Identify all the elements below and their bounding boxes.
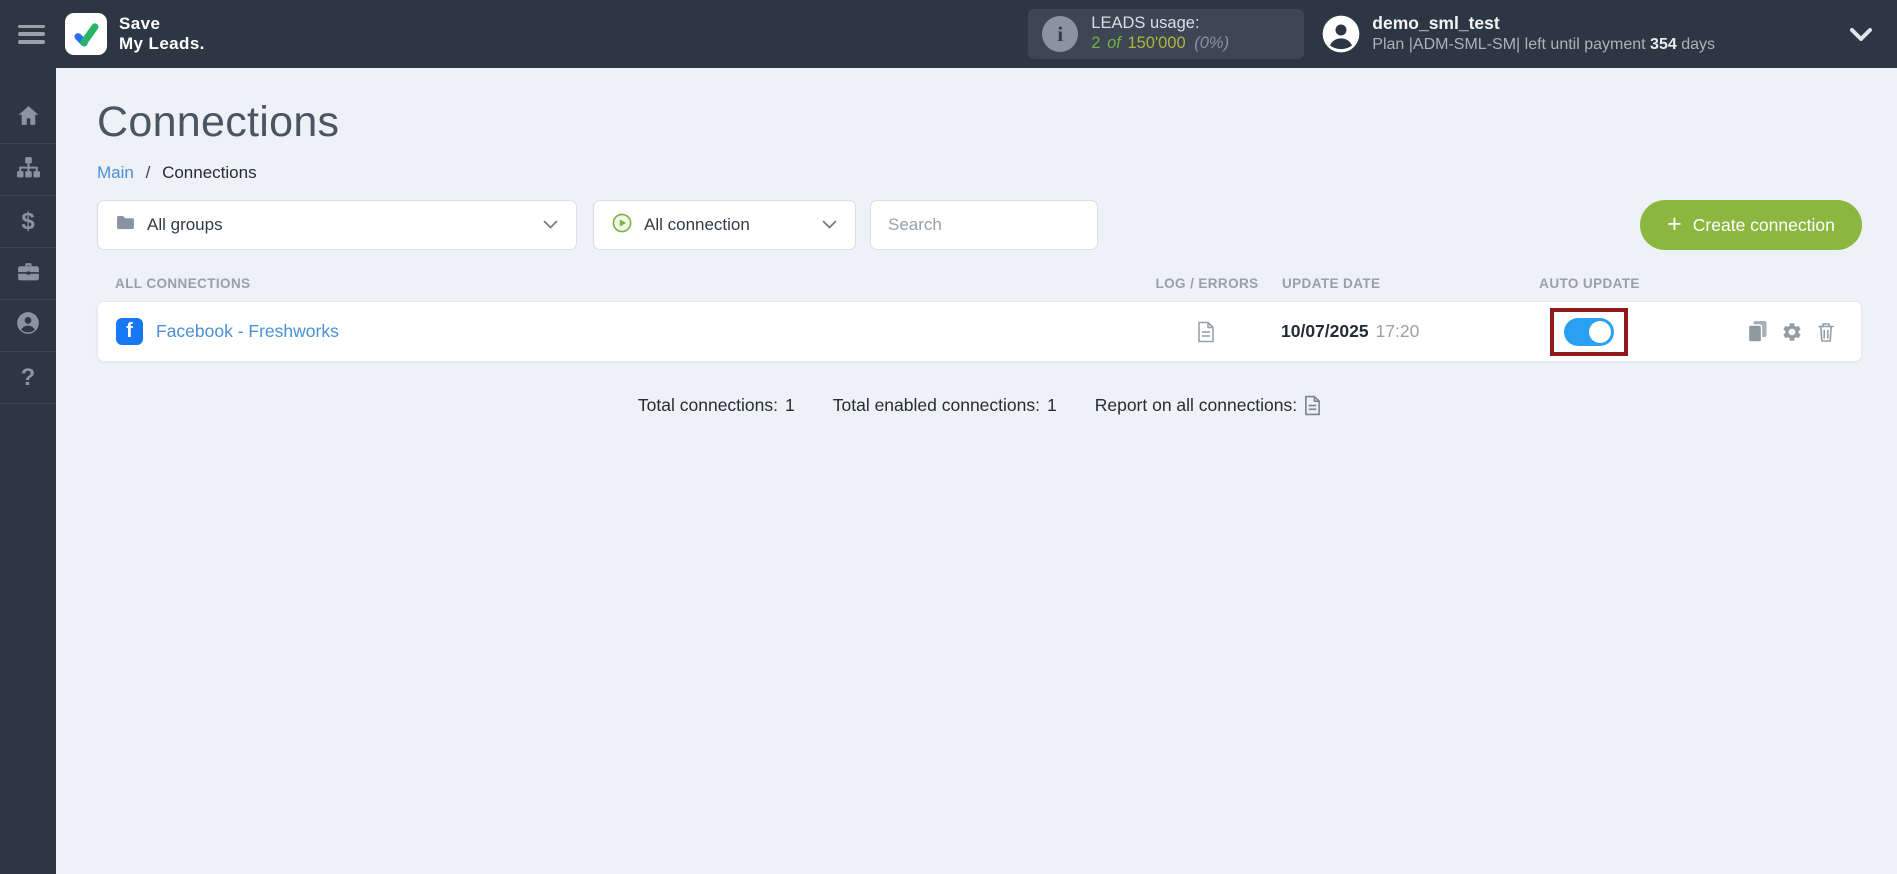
leads-usage-panel[interactable]: i LEADS usage: 2 of 150'000 (0%) <box>1028 9 1305 59</box>
logo-line2: My Leads. <box>119 34 205 53</box>
chevron-down-icon <box>543 220 558 230</box>
chevron-down-icon[interactable] <box>1850 27 1872 41</box>
log-file-icon[interactable] <box>1197 321 1215 343</box>
total-connections-label: Total connections: <box>637 395 779 415</box>
breadcrumb-separator: / <box>145 163 151 182</box>
trash-icon[interactable] <box>1816 321 1836 343</box>
leads-percent: (0%) <box>1194 34 1230 52</box>
chevron-down-icon <box>822 220 837 230</box>
leads-quota: 150'000 <box>1127 34 1186 52</box>
leads-of-word: of <box>1107 34 1121 52</box>
folder-icon <box>116 215 135 235</box>
sidebar-item-services[interactable] <box>0 248 56 300</box>
total-enabled-value: 1 <box>1046 395 1057 415</box>
logo-line1: Save <box>119 14 161 34</box>
user-days-left: 354 <box>1650 35 1677 53</box>
column-header-auto-update: AUTO UPDATE <box>1539 276 1640 291</box>
report-all-connections: Report on all connections: <box>1095 395 1321 416</box>
user-name: demo_sml_test <box>1372 13 1500 34</box>
total-connections: Total connections: 1 <box>638 395 795 416</box>
connections-tree-icon <box>16 155 41 185</box>
auto-update-toggle[interactable] <box>1563 317 1614 346</box>
person-icon <box>15 310 41 341</box>
sidebar-item-help[interactable]: ? <box>0 352 56 404</box>
home-icon <box>16 103 41 133</box>
report-file-icon[interactable] <box>1304 395 1321 416</box>
copy-icon[interactable] <box>1747 320 1768 343</box>
column-header-update-date: UPDATE DATE <box>1282 276 1381 291</box>
sidebar-item-payments[interactable]: $ <box>0 196 56 248</box>
leads-usage-label: LEADS usage: <box>1091 14 1200 33</box>
breadcrumb: Main / Connections <box>97 163 1862 183</box>
play-icon <box>612 213 632 238</box>
sidebar-nav: $ ? <box>0 68 56 874</box>
help-icon: ? <box>20 363 36 391</box>
total-enabled-connections: Total enabled connections: 1 <box>833 395 1057 416</box>
main-content: Connections Main / Connections All group… <box>56 68 1897 874</box>
update-time: 17:20 <box>1375 321 1420 341</box>
create-connection-label: Create connection <box>1692 214 1835 235</box>
sidebar-item-connections[interactable] <box>0 144 56 196</box>
info-icon: i <box>1042 16 1079 52</box>
top-header: Save My Leads. i LEADS usage: 2 of 150'0… <box>0 0 1897 68</box>
filter-row: All groups All connection Search + Creat… <box>97 200 1862 250</box>
logo-check-icon <box>65 13 107 55</box>
facebook-icon: f <box>116 318 143 345</box>
user-avatar-icon <box>1321 14 1361 54</box>
table-header-row: ALL CONNECTIONS LOG / ERRORS UPDATE DATE… <box>97 276 1862 291</box>
column-header-log-errors: LOG / ERRORS <box>1155 276 1259 291</box>
connection-row: f Facebook - Freshworks 10/07/2025 17:20 <box>97 301 1862 362</box>
groups-filter-select[interactable]: All groups <box>97 200 577 250</box>
app-logo[interactable]: Save My Leads. <box>65 13 205 55</box>
column-header-all-connections: ALL CONNECTIONS <box>115 276 251 291</box>
sidebar-item-home[interactable] <box>0 92 56 144</box>
connection-filter-value: All connection <box>644 215 750 234</box>
user-account[interactable]: demo_sml_test Plan |ADM-SML-SM| left unt… <box>1321 13 1715 55</box>
user-plan-text: Plan |ADM-SML-SM| left until payment <box>1372 35 1646 53</box>
breadcrumb-main-link[interactable]: Main <box>97 163 134 182</box>
leads-used-count: 2 <box>1091 34 1101 52</box>
breadcrumb-current: Connections <box>162 163 257 182</box>
search-input[interactable] <box>870 200 1098 250</box>
summary-row: Total connections: 1 Total enabled conne… <box>97 395 1862 416</box>
total-connections-value: 1 <box>785 395 795 415</box>
connection-filter-select[interactable]: All connection <box>593 200 856 250</box>
page-title: Connections <box>97 98 340 146</box>
report-label: Report on all connections: <box>1094 395 1298 415</box>
savemyleads-app: Save My Leads. i LEADS usage: 2 of 150'0… <box>0 0 1897 874</box>
user-days-suffix: days <box>1681 35 1715 53</box>
dollar-icon: $ <box>21 207 35 235</box>
gear-icon[interactable] <box>1781 321 1803 343</box>
toggle-knob <box>1588 320 1611 343</box>
hamburger-menu-icon[interactable] <box>18 24 45 44</box>
create-connection-button[interactable]: + Create connection <box>1640 200 1862 250</box>
total-enabled-label: Total enabled connections: <box>832 395 1040 415</box>
annotation-highlight-box <box>1549 307 1628 356</box>
user-plan-info: Plan |ADM-SML-SM| left until payment 354… <box>1372 35 1715 55</box>
sidebar-item-account[interactable] <box>0 300 56 352</box>
groups-filter-value: All groups <box>147 215 223 234</box>
connection-name-link[interactable]: Facebook - Freshworks <box>156 321 339 342</box>
leads-usage-values: 2 of 150'000 (0%) <box>1091 34 1229 54</box>
briefcase-icon <box>16 259 41 289</box>
update-date: 10/07/2025 <box>1281 321 1369 341</box>
